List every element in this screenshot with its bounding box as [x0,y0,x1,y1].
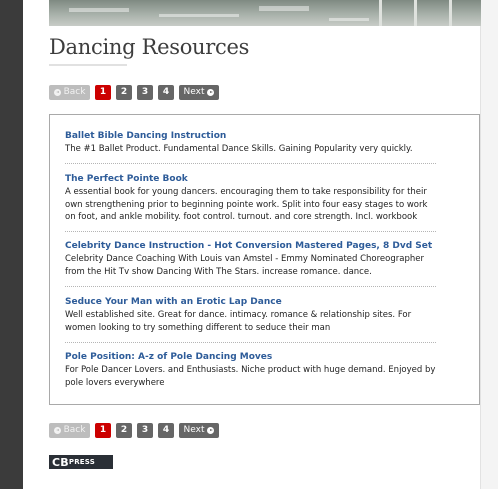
arrow-left-icon [53,89,61,96]
page-4-button[interactable]: 4 [158,423,174,438]
back-label: Back [63,87,86,97]
item-title-link[interactable]: Celebrity Dance Instruction - Hot Conver… [65,240,436,252]
right-sidebar [480,0,498,489]
list-item: Seduce Your Man with an Erotic Lap Dance… [65,296,436,343]
back-button[interactable]: Back [49,85,90,100]
item-description: The #1 Ballet Product. Fundamental Dance… [65,144,413,154]
back-label: Back [63,425,86,435]
arrow-left-icon [53,427,61,434]
back-button[interactable]: Back [49,423,90,438]
item-description: Celebrity Dance Coaching With Louis van … [65,254,424,277]
pagination-top: Back 1 2 3 4 Next [49,85,219,100]
item-description: A essential book for young dancers. enco… [65,187,428,222]
next-label: Next [183,425,205,435]
item-title-link[interactable]: Pole Position: A-z of Pole Dancing Moves [65,351,436,363]
next-label: Next [183,87,205,97]
page-2-button[interactable]: 2 [116,85,132,100]
page-4-button[interactable]: 4 [158,85,174,100]
arrow-right-icon [207,89,215,96]
pagination-bottom: Back 1 2 3 4 Next [49,423,219,438]
page-1-button[interactable]: 1 [95,423,111,438]
item-title-link[interactable]: Seduce Your Man with an Erotic Lap Dance [65,296,436,308]
cbpress-logo[interactable]: CBPRESS [49,455,113,469]
list-item: The Perfect Pointe Book A essential book… [65,173,436,232]
page-3-button[interactable]: 3 [137,85,153,100]
list-item: Ballet Bible Dancing Instruction The #1 … [65,130,436,164]
item-description: Well established site. Great for dance. … [65,310,412,333]
header-banner-image [49,0,481,26]
title-underline [49,64,127,66]
next-button[interactable]: Next [179,423,219,438]
next-button[interactable]: Next [179,85,219,100]
item-description: For Pole Dancer Lovers. and Enthusiasts.… [65,365,436,388]
page-1-button[interactable]: 1 [95,85,111,100]
page-3-button[interactable]: 3 [137,423,153,438]
left-sidebar [0,0,23,489]
arrow-right-icon [207,427,215,434]
resource-list: Ballet Bible Dancing Instruction The #1 … [49,114,480,405]
item-title-link[interactable]: The Perfect Pointe Book [65,173,436,185]
page-title: Dancing Resources [49,35,250,59]
item-title-link[interactable]: Ballet Bible Dancing Instruction [65,130,436,142]
list-item: Celebrity Dance Instruction - Hot Conver… [65,240,436,287]
list-item: Pole Position: A-z of Pole Dancing Moves… [65,351,436,395]
page-2-button[interactable]: 2 [116,423,132,438]
